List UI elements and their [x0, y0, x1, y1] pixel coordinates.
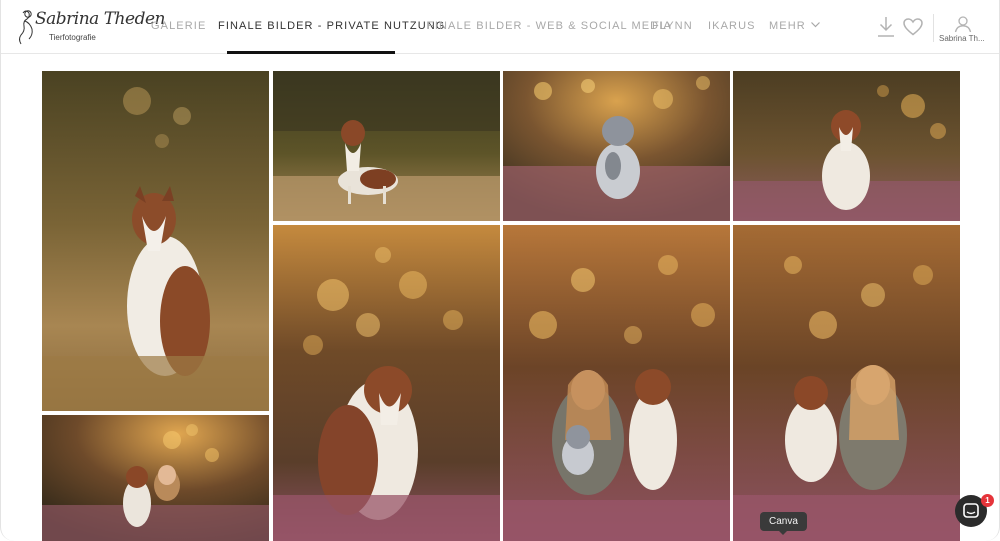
notification-badge: 1: [981, 494, 994, 507]
brand-logo[interactable]: Sabrina Theden Tierfotografie: [13, 7, 165, 47]
photo-woman-dog-heather: [42, 415, 269, 541]
header-divider: [933, 14, 934, 42]
download-icon[interactable]: [877, 16, 895, 38]
gallery-photo[interactable]: [503, 225, 730, 541]
nav-item-galerie[interactable]: GALERIE: [151, 20, 206, 32]
photo-puppy-heather: [503, 71, 730, 221]
gallery-photo[interactable]: [733, 225, 960, 541]
gallery-photo[interactable]: [273, 71, 500, 221]
site-header: Sabrina Theden Tierfotografie GALERIE FI…: [1, 0, 999, 54]
tooltip: Canva: [760, 512, 807, 535]
nav-item-finale-private[interactable]: FINALE BILDER - PRIVATE NUTZUNG: [218, 20, 445, 32]
user-name[interactable]: Sabrina Th...: [939, 34, 985, 43]
nav-item-mehr-label: MEHR: [769, 20, 806, 32]
user-icon[interactable]: [954, 15, 972, 33]
brand-subtitle: Tierfotografie: [49, 33, 96, 42]
gallery-photo[interactable]: [273, 225, 500, 541]
nav-item-ikarus[interactable]: IKARUS: [708, 20, 756, 32]
nav-item-mehr[interactable]: MEHR: [769, 20, 820, 32]
gallery-photo[interactable]: [42, 415, 269, 541]
photo-dog-sitting-grass: [42, 71, 269, 411]
browser-window: Sabrina Theden Tierfotografie GALERIE FI…: [0, 0, 1000, 541]
nav-item-finale-web[interactable]: FINALE BILDER - WEB & SOCIAL MEDIA: [427, 20, 672, 32]
active-tab-indicator: [227, 51, 395, 54]
nav-item-flynn[interactable]: FLYNN: [652, 20, 693, 32]
gallery-photo[interactable]: [733, 71, 960, 221]
photo-dog-sitting-heather: [733, 71, 960, 221]
photo-dog-woman-sitting: [733, 225, 960, 541]
chevron-down-icon: [810, 22, 820, 28]
heart-icon[interactable]: [903, 18, 923, 36]
gallery-photo[interactable]: [503, 71, 730, 221]
brand-name: Sabrina Theden: [35, 9, 165, 29]
photo-dog-portrait-bokeh: [273, 225, 500, 541]
photo-dog-standing-meadow: [273, 71, 500, 221]
photo-woman-puppy-dog: [503, 225, 730, 541]
gallery-photo[interactable]: [42, 71, 269, 411]
